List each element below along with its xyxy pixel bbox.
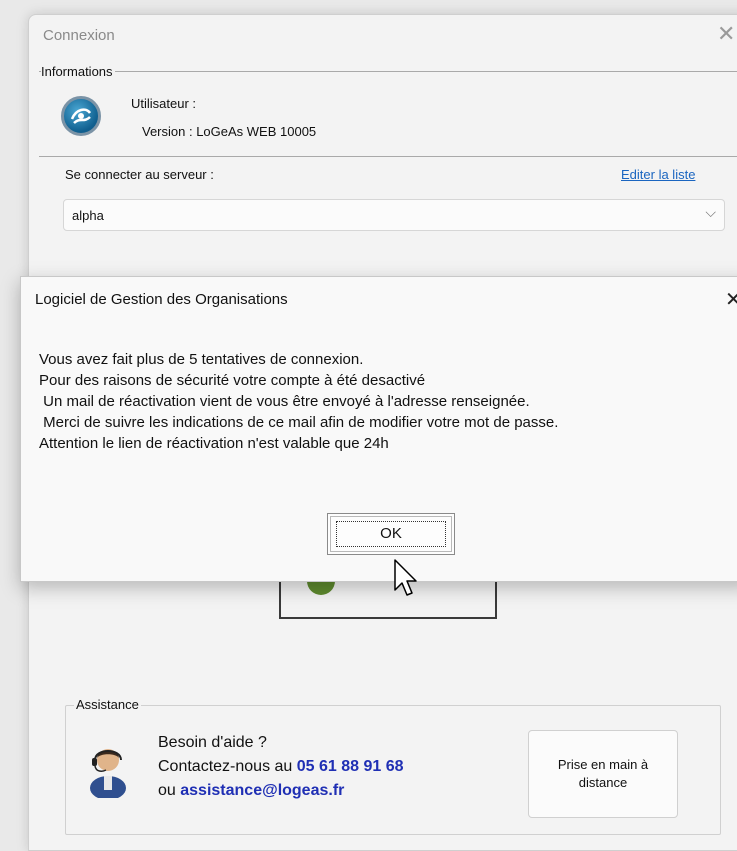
message-line: Attention le lien de réactivation n'est … [39,435,389,452]
logeas-logo-icon [61,96,101,136]
server-select-value: alpha [72,208,104,223]
contact-email-line: ou assistance@logeas.fr [158,782,344,800]
close-icon[interactable]: ✕ [717,21,735,47]
mouse-cursor-icon [393,558,419,603]
informations-legend: Informations [41,64,115,79]
informations-group: Informations Utilisateur : Version : LoG… [39,64,737,158]
or-prefix: ou [158,782,181,799]
server-label: Se connecter au serveur : [65,167,214,182]
ok-button[interactable]: OK [327,513,455,555]
server-select[interactable]: alpha ⌵ [63,199,725,231]
message-line: Pour des raisons de sécurité votre compt… [39,372,426,389]
message-line: Un mail de réactivation vient de vous êt… [39,393,530,410]
remote-assistance-button[interactable]: Prise en main à distance [528,730,678,818]
dialog-title: Logiciel de Gestion des Organisations [35,291,288,308]
dialog-close-icon[interactable]: ✕ [725,287,737,312]
divider [39,156,737,157]
message-line: Merci de suivre les indications de ce ma… [39,414,559,431]
dialog-message: Vous avez fait plus de 5 tentatives de c… [39,349,558,454]
window-title: Connexion [43,27,115,44]
message-line: Vous avez fait plus de 5 tentatives de c… [39,351,364,368]
contact-prefix: Contactez-nous au [158,758,297,775]
connect-button[interactable] [279,579,497,619]
email-link[interactable]: assistance@logeas.fr [180,782,344,799]
version-label: Version : LoGeAs WEB 10005 [142,124,317,139]
help-title: Besoin d'aide ? [158,734,267,751]
edit-list-link[interactable]: Editer la liste [621,167,695,182]
chevron-down-icon: ⌵ [705,204,716,220]
user-label: Utilisateur : [131,96,197,111]
contact-phone-line: Contactez-nous au 05 61 88 91 68 [158,758,404,776]
ok-button-label: OK [336,521,446,547]
support-agent-icon [86,742,130,803]
assistance-group: Assistance Besoin d'aide ? Contactez-nou… [65,697,721,835]
assistance-legend: Assistance [74,697,141,712]
phone-number: 05 61 88 91 68 [296,758,404,775]
alert-dialog: Logiciel de Gestion des Organisations ✕ … [20,276,737,582]
